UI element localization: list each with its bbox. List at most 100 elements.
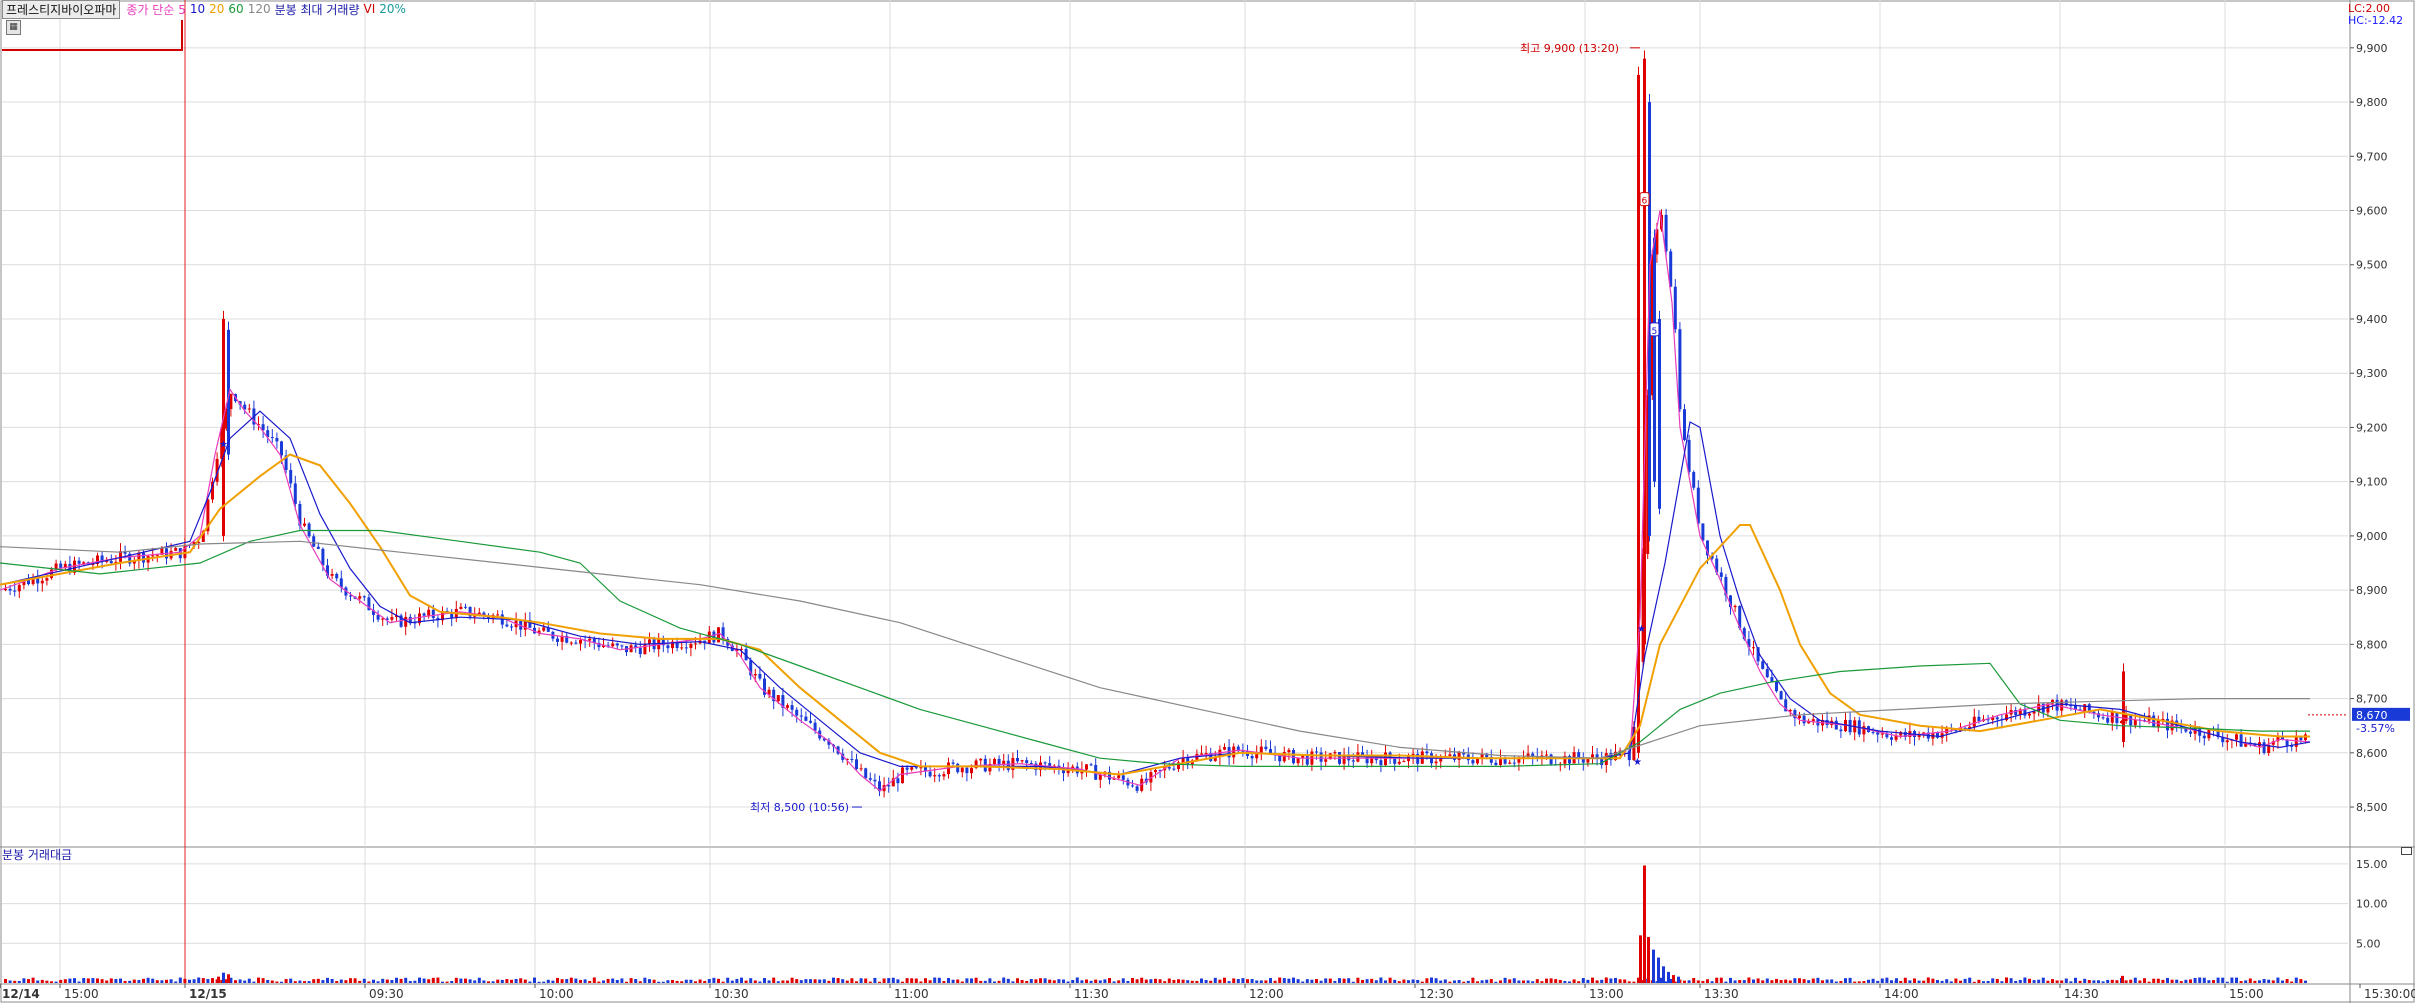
- volume-bar: [1977, 979, 1981, 983]
- volume-bar: [2028, 978, 2031, 983]
- price-candle-body: [1448, 754, 1452, 756]
- volume-bar: [1411, 979, 1415, 983]
- volume-bar: [523, 979, 527, 983]
- volume-bar: [1779, 980, 1783, 983]
- volume-bar: [1407, 980, 1410, 983]
- volume-bar: [1604, 977, 1608, 983]
- price-candle-body: [1131, 785, 1134, 787]
- price-candle-body: [431, 609, 435, 618]
- price-candle-body: [2133, 719, 2137, 726]
- volume-bar: [399, 978, 403, 983]
- volume-bar: [2074, 977, 2077, 983]
- price-candle-body: [1379, 760, 1383, 766]
- price-candle-body: [1653, 237, 1656, 482]
- volume-bar: [2189, 979, 2192, 983]
- volume-bar: [362, 978, 366, 983]
- price-candle-body: [2110, 712, 2114, 723]
- volume-bar: [289, 978, 293, 983]
- price-candle-body: [1043, 762, 1047, 764]
- price-candle-body: [2225, 740, 2229, 743]
- volume-bar: [804, 979, 808, 983]
- grid-menu-icon[interactable]: ▦: [6, 20, 21, 35]
- volume-bar: [937, 977, 941, 983]
- price-candle-body: [1683, 409, 1686, 440]
- price-candle-body: [1825, 719, 1829, 726]
- volume-bar: [781, 980, 785, 983]
- stock-name[interactable]: 프레스티지바이오파마: [2, 0, 121, 19]
- current-price-label: 8,670: [2356, 709, 2388, 722]
- price-candle-body: [289, 469, 293, 484]
- price-candle-body: [335, 573, 339, 579]
- volume-bar: [1370, 978, 1374, 983]
- volume-bar: [684, 979, 688, 983]
- volume-bar: [919, 981, 923, 983]
- volume-bar: [965, 978, 969, 983]
- price-candle-body: [1135, 786, 1139, 791]
- volume-bar: [993, 981, 996, 983]
- volume-bar: [542, 981, 546, 983]
- volume-bar: [1558, 979, 1562, 983]
- volume-bar: [1522, 980, 1525, 983]
- volume-bar: [376, 981, 380, 983]
- volume-bar: [211, 978, 214, 983]
- price-tick-label: 8,700: [2356, 693, 2388, 706]
- volume-bar: [864, 978, 868, 983]
- volume-bar: [533, 977, 536, 983]
- volume-bar: [638, 981, 642, 983]
- volume-bar: [2156, 978, 2160, 983]
- price-candle-body: [312, 536, 316, 547]
- volume-bar: [1094, 979, 1098, 983]
- volume-bar: [1301, 981, 1305, 983]
- volume-bar: [1011, 981, 1015, 983]
- price-candle-body: [1172, 768, 1176, 770]
- volume-bar: [1250, 978, 1254, 983]
- volume-bar: [1089, 980, 1093, 983]
- volume-bar: [2097, 980, 2100, 983]
- volume-bar: [2212, 980, 2215, 983]
- volume-bar: [799, 980, 803, 983]
- volume-bar: [1365, 979, 1369, 983]
- volume-bar: [1098, 980, 1102, 983]
- volume-bar: [1526, 980, 1530, 983]
- volume-bar: [1190, 980, 1194, 983]
- volume-bar: [1761, 980, 1765, 983]
- volume-bar: [1062, 979, 1065, 983]
- volume-bar: [404, 977, 408, 983]
- volume-bar: [873, 977, 877, 983]
- volume-bar: [1913, 978, 1916, 983]
- volume-bar: [50, 981, 53, 983]
- price-candle-body: [1319, 752, 1323, 762]
- volume-bar: [413, 980, 417, 983]
- volume-bar: [2221, 977, 2225, 983]
- volume-bar: [855, 981, 858, 983]
- stock-chart[interactable]: 9,900 9,800 9,700 9,600 9,500 9,400 9,300 9,200…: [0, 0, 2415, 1003]
- volume-bar: [560, 979, 564, 983]
- volume-bar: [82, 978, 86, 983]
- volume-bar: [514, 978, 518, 983]
- panel-collapse-button[interactable]: [2401, 847, 2412, 855]
- price-candle-body: [1531, 753, 1535, 757]
- volume-bar: [1057, 979, 1061, 983]
- volume-bar: [2078, 980, 2082, 983]
- price-candle-body: [1250, 755, 1254, 759]
- volume-bar: [2193, 977, 2197, 983]
- price-candle-body: [556, 638, 559, 642]
- volume-bar: [1591, 977, 1594, 983]
- volume-bar: [257, 977, 260, 983]
- volume-bar: [2083, 978, 2087, 983]
- price-candle-body: [1692, 472, 1696, 488]
- volume-bar: [450, 980, 454, 983]
- price-candle-body: [643, 643, 647, 655]
- price-candle-body: [1765, 668, 1769, 678]
- price-candle-body: [13, 590, 17, 592]
- volume-bar: [1848, 977, 1852, 983]
- time-tick-label: 12/14: [2, 987, 40, 1001]
- price-candle-body: [1223, 747, 1226, 750]
- price-candle-body: [464, 606, 467, 608]
- price-candle-body: [2239, 734, 2243, 747]
- volume-bar: [657, 981, 661, 983]
- volume-bar: [551, 980, 555, 983]
- volume-bar: [1531, 981, 1535, 983]
- price-candle-body: [1471, 760, 1475, 764]
- volume-bar: [17, 980, 21, 983]
